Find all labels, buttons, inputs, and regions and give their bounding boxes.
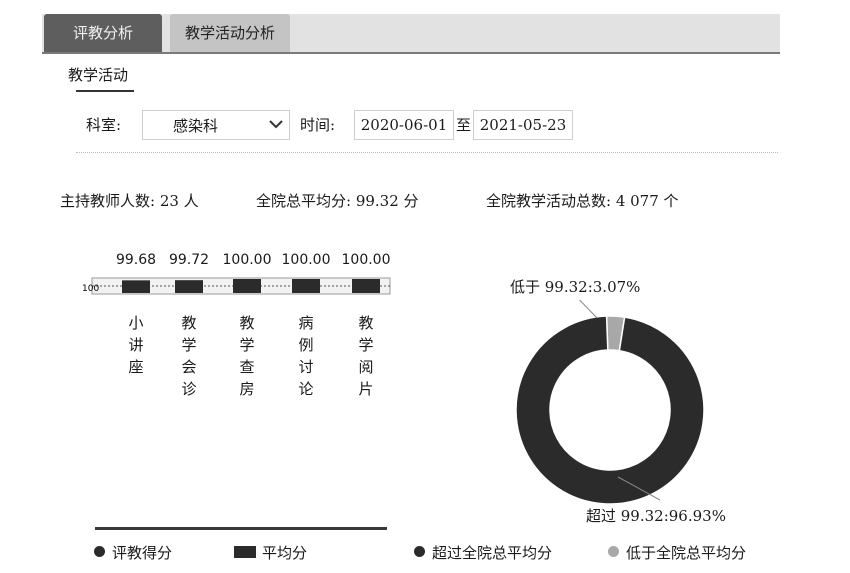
low-slice-leader-line: [578, 300, 598, 319]
bar-category-label: 病 例 讨 论: [298, 314, 314, 398]
date-from-input[interactable]: 2020-06-01: [354, 110, 454, 140]
bar-chart-baseline: [95, 527, 387, 530]
department-select[interactable]: 感染科: [142, 110, 290, 140]
date-separator: 至: [456, 116, 472, 134]
tab-evaluation-analysis[interactable]: 评教分析: [44, 14, 162, 52]
bar-5: [352, 279, 380, 293]
bar-2: [175, 280, 203, 293]
bar-value-label: 99.68: [115, 252, 157, 268]
donut-chart: [515, 300, 705, 505]
bar-value-label: 100.00: [281, 252, 331, 268]
legend-score: 评教得分: [112, 544, 173, 562]
score-legend-dot: [94, 546, 105, 557]
teacher-count: 主持教师人数: 23 人: [60, 192, 199, 210]
bar-category-label: 教 学 会 诊: [181, 314, 197, 398]
hospital-average-score: 全院总平均分: 99.32 分: [256, 192, 419, 210]
above-legend-dot: [414, 546, 425, 557]
bar-category-label: 教 学 查 房: [239, 314, 255, 398]
axis-tick-label: 100: [82, 284, 99, 294]
total-activities: 全院教学活动总数: 4 077 个: [486, 192, 679, 210]
date-to-input[interactable]: 2021-05-23: [473, 110, 573, 140]
department-label: 科室:: [86, 116, 122, 134]
bar-value-label: 99.72: [168, 252, 210, 268]
low-slice-label: 低于 99.32:3.07%: [510, 278, 641, 296]
below-legend-dot: [608, 546, 619, 557]
bar-4: [292, 279, 320, 293]
legend-average: 平均分: [262, 544, 308, 562]
bar-value-label: 100.00: [222, 252, 272, 268]
legend-below-average: 低于全院总平均分: [626, 544, 747, 562]
average-legend-swatch: [234, 546, 256, 558]
time-label: 时间:: [300, 116, 336, 134]
department-value: 感染科: [173, 117, 219, 135]
score-bar-chart: 100: [82, 276, 392, 298]
bar-category-label: 小 讲 座: [128, 314, 144, 376]
bar-chart-svg: 100: [82, 277, 391, 295]
bar-value-label: 100.00: [341, 252, 391, 268]
divider: [76, 152, 778, 153]
bar-1: [122, 280, 150, 293]
chevron-down-icon: [269, 120, 283, 129]
legend-above-average: 超过全院总平均分: [432, 544, 553, 562]
tab-teaching-activity-analysis[interactable]: 教学活动分析: [170, 14, 290, 52]
bar-3: [233, 279, 261, 293]
section-title: 教学活动: [68, 66, 129, 84]
bar-category-label: 教 学 阅 片: [358, 314, 374, 398]
high-slice-label: 超过 99.32:96.93%: [586, 507, 726, 525]
section-underline: [76, 90, 134, 92]
